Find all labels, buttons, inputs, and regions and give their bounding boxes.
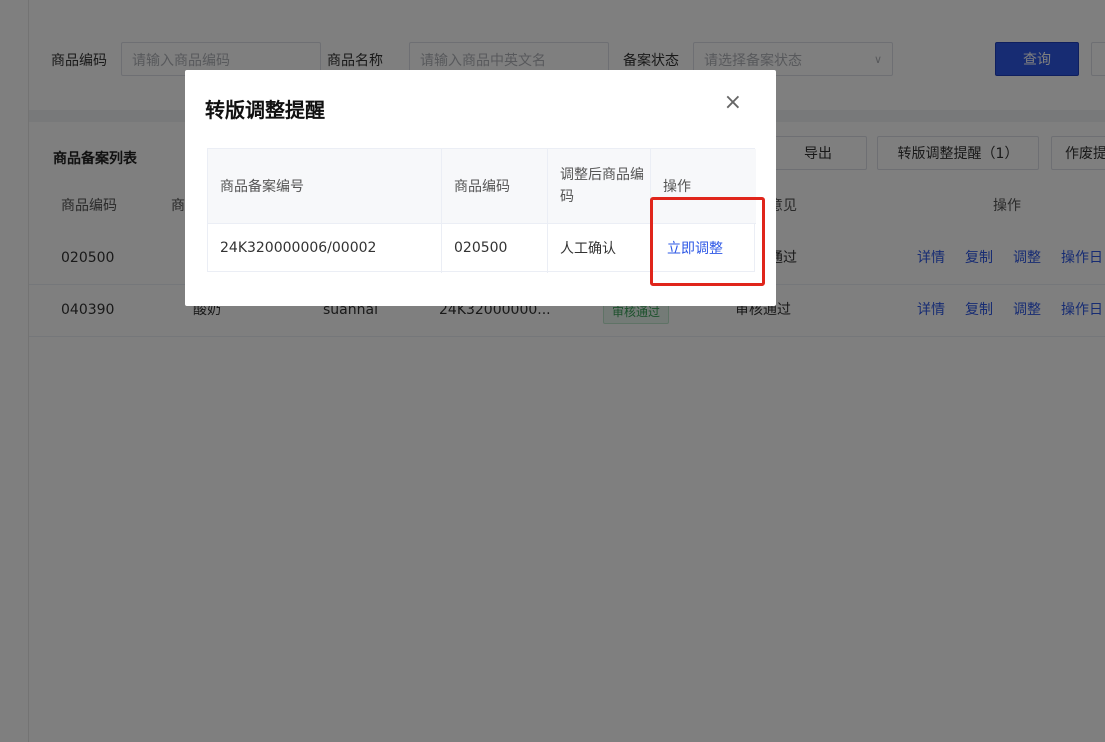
row-new-code: 人工确认	[548, 223, 651, 273]
header-new-code: 调整后商品编码	[548, 149, 651, 223]
header-record-no: 商品备案编号	[208, 149, 442, 223]
row-code: 020500	[442, 223, 548, 273]
row-record-no: 24K320000006/00002	[208, 223, 442, 273]
header-code: 商品编码	[442, 149, 548, 223]
modal-title: 转版调整提醒	[205, 98, 325, 122]
highlight-box	[650, 197, 765, 286]
close-icon[interactable]: ×	[724, 92, 742, 114]
